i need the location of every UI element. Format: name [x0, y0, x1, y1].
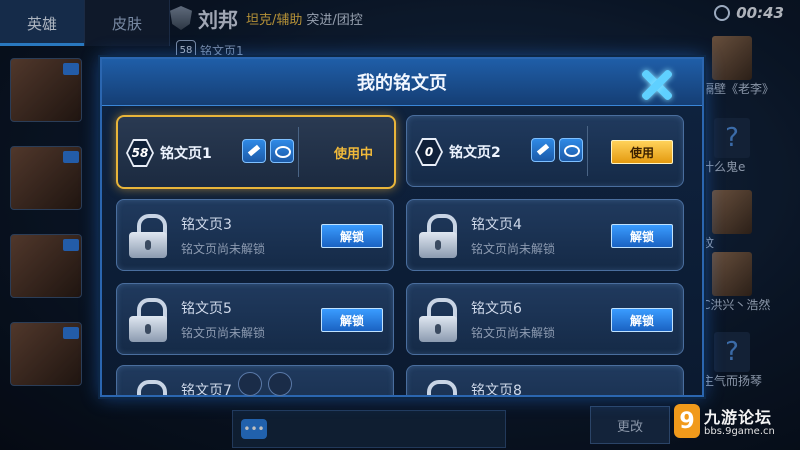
lock-shackle	[137, 380, 167, 395]
speaker-icon[interactable]	[238, 372, 262, 396]
rune-pages-modal: 我的铭文页 58 铭文页1 使用中 0 铭文页2 使用 铭文页3 铭文页尚未解锁…	[100, 57, 704, 397]
lock-icon	[419, 380, 457, 395]
lock-icon	[129, 214, 167, 258]
unlock-button[interactable]: 解锁	[611, 224, 673, 248]
lock-body	[129, 316, 167, 342]
rune-page-card-6[interactable]: 铭文页6 铭文页尚未解锁 解锁	[406, 283, 684, 355]
rune-page-name: 铭文页8	[471, 383, 522, 397]
unlock-button[interactable]: 解锁	[321, 308, 383, 332]
lock-icon	[129, 380, 167, 395]
lock-body	[419, 316, 457, 342]
modal-header: 我的铭文页	[102, 59, 702, 106]
rune-page-card-5[interactable]: 铭文页5 铭文页尚未解锁 解锁	[116, 283, 394, 355]
locked-hint: 铭文页尚未解锁	[181, 326, 266, 340]
rune-page-name: 铭文页5	[181, 301, 232, 317]
voice-controls	[238, 372, 292, 396]
divider	[587, 126, 588, 176]
edit-icon[interactable]	[242, 139, 266, 163]
rune-page-card-8[interactable]: 铭文页8	[406, 365, 684, 397]
unlock-button[interactable]: 解锁	[611, 308, 673, 332]
lock-body	[419, 232, 457, 258]
locked-hint: 铭文页尚未解锁	[471, 326, 556, 340]
rune-page-card-1[interactable]: 58 铭文页1 使用中	[116, 115, 396, 189]
divider	[298, 127, 299, 177]
rune-level-value: 58	[128, 141, 152, 165]
unlock-button[interactable]: 解锁	[321, 224, 383, 248]
lock-icon	[419, 298, 457, 342]
rune-page-name: 铭文页7	[181, 383, 232, 397]
rune-level-hex: 0	[415, 138, 443, 166]
use-button[interactable]: 使用	[611, 140, 673, 164]
watermark-title: 九游论坛	[704, 408, 773, 427]
eye-icon[interactable]	[559, 138, 583, 162]
lock-shackle	[427, 380, 457, 395]
microphone-icon[interactable]	[268, 372, 292, 396]
close-button[interactable]	[632, 65, 682, 103]
edit-icon[interactable]	[531, 138, 555, 162]
rune-level-value: 0	[417, 140, 441, 164]
rune-page-card-4[interactable]: 铭文页4 铭文页尚未解锁 解锁	[406, 199, 684, 271]
rune-page-card-2[interactable]: 0 铭文页2 使用	[406, 115, 684, 187]
rune-page-name: 铭文页3	[181, 217, 232, 233]
rune-page-name: 铭文页1	[160, 146, 212, 162]
rune-level-hex: 58	[126, 139, 154, 167]
lock-icon	[129, 298, 167, 342]
watermark: 9 九游论坛 bbs.9game.cn	[674, 402, 792, 442]
rune-page-name: 铭文页6	[471, 301, 522, 317]
locked-hint: 铭文页尚未解锁	[471, 242, 556, 256]
in-use-status: 使用中	[334, 147, 374, 162]
eye-icon[interactable]	[270, 139, 294, 163]
modal-title: 我的铭文页	[357, 73, 447, 94]
watermark-url: bbs.9game.cn	[704, 426, 775, 437]
rune-page-name: 铭文页2	[449, 145, 501, 161]
watermark-logo: 9	[674, 404, 700, 438]
locked-hint: 铭文页尚未解锁	[181, 242, 266, 256]
lock-body	[129, 232, 167, 258]
lock-icon	[419, 214, 457, 258]
rune-page-name: 铭文页4	[471, 217, 522, 233]
rune-page-card-3[interactable]: 铭文页3 铭文页尚未解锁 解锁	[116, 199, 394, 271]
